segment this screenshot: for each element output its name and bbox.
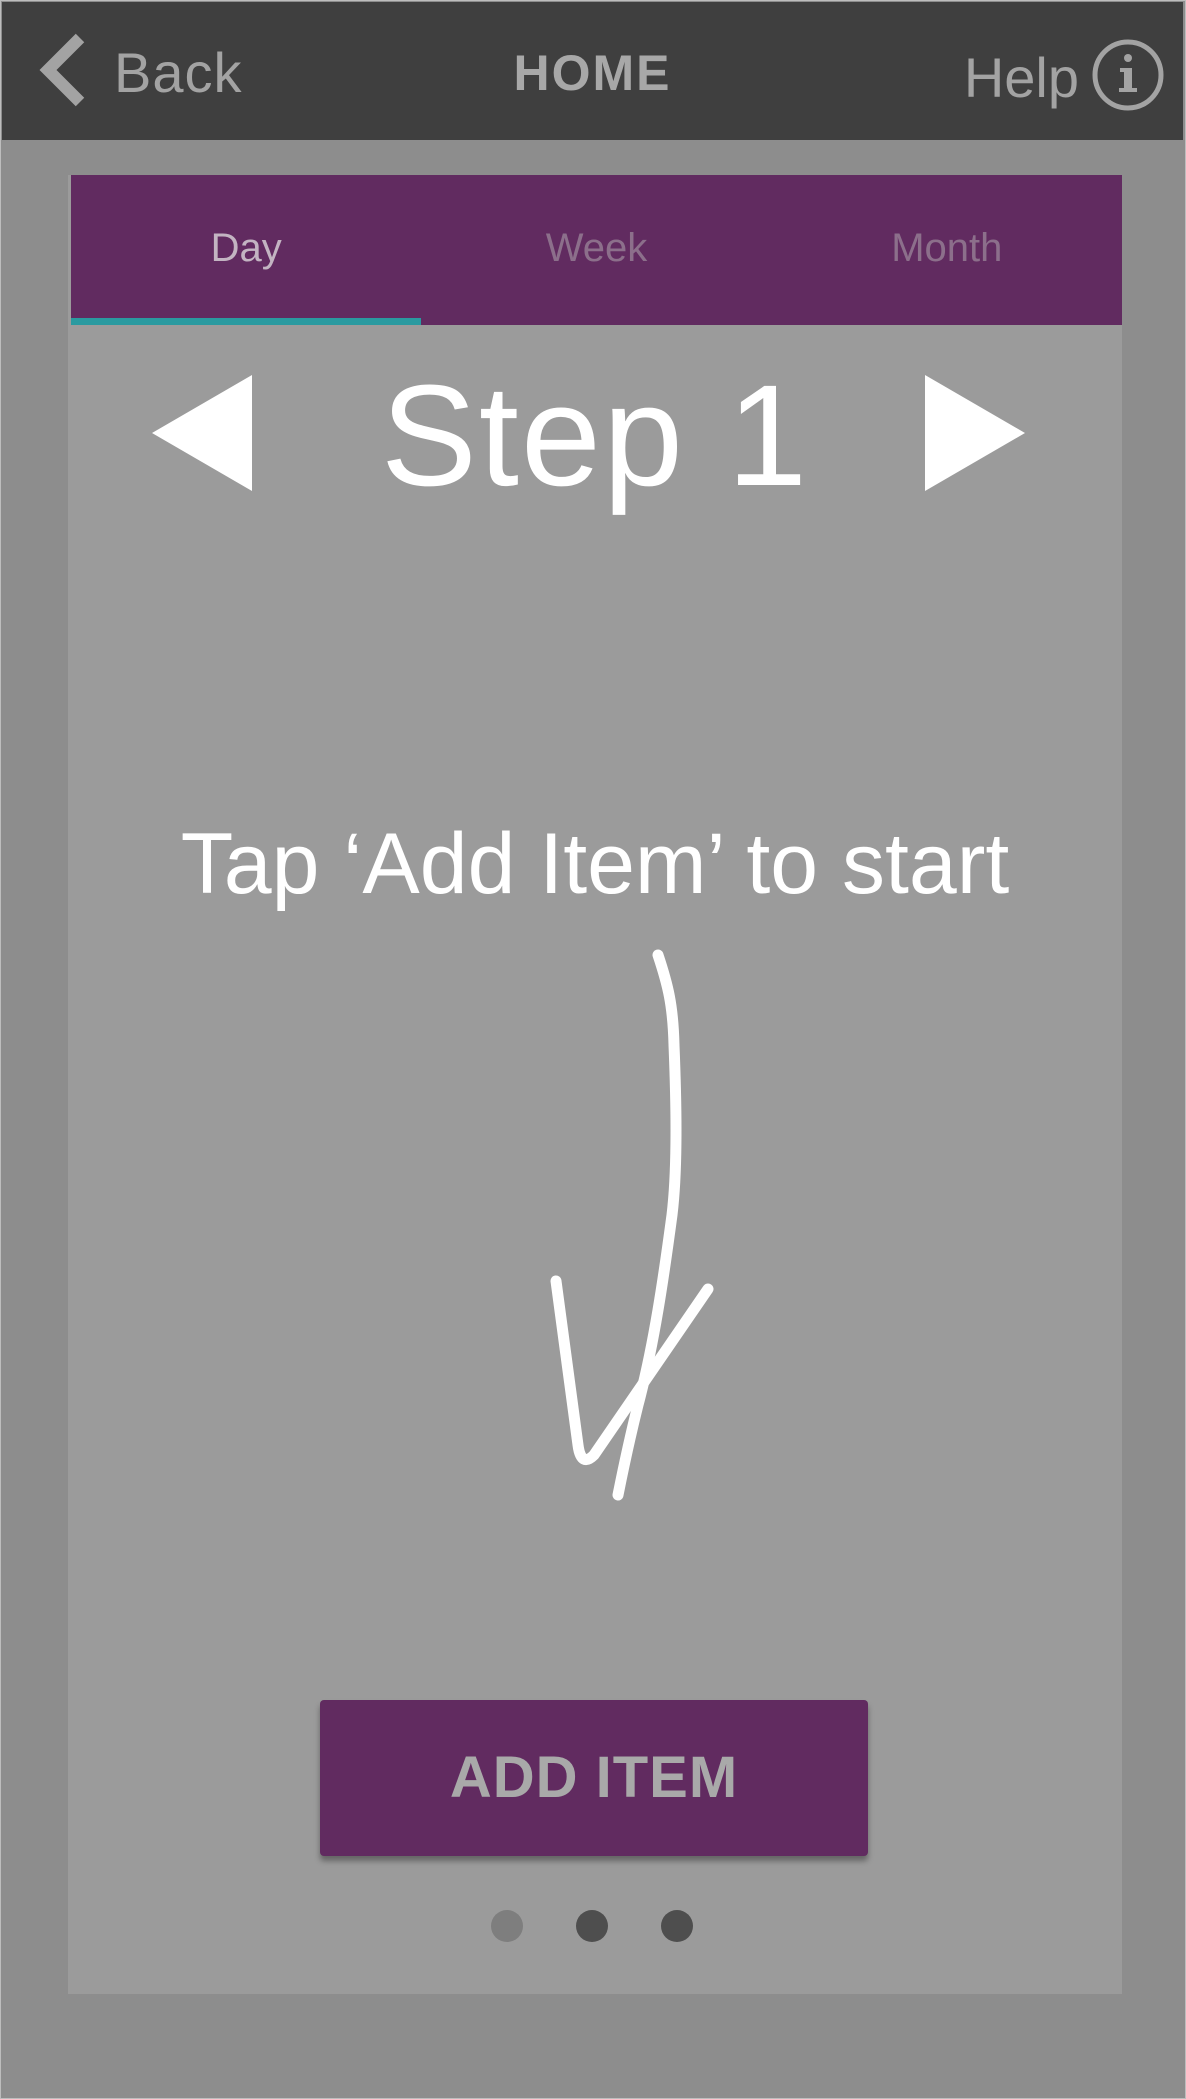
previous-step-button[interactable] [152, 375, 252, 491]
page-indicator [488, 1910, 708, 1950]
tab-week[interactable]: Week [421, 175, 771, 325]
triangle-left-icon [152, 375, 252, 491]
next-step-button[interactable] [925, 375, 1025, 491]
page-dot-1[interactable] [491, 1910, 523, 1942]
content-panel: Day Week Month Step 1 Tap ‘Add Item’ to … [68, 175, 1122, 1994]
top-bar: Back HOME Help [2, 2, 1183, 140]
app-frame: Back HOME Help Day Week Month Step 1 Tap… [0, 0, 1186, 2099]
tab-bar: Day Week Month [71, 175, 1122, 325]
page-dot-2[interactable] [576, 1910, 608, 1942]
hint-text: Tap ‘Add Item’ to start [180, 816, 1010, 912]
help-label: Help [963, 46, 1079, 109]
hand-drawn-arrow-icon [550, 949, 714, 1501]
tab-day[interactable]: Day [71, 175, 422, 325]
triangle-right-icon [925, 375, 1025, 491]
step-navigator: Step 1 [68, 351, 1122, 521]
tab-month[interactable]: Month [772, 175, 1122, 325]
page-dot-3[interactable] [661, 1910, 693, 1942]
info-icon [1091, 38, 1165, 117]
add-item-button[interactable]: ADD ITEM [320, 1700, 868, 1856]
help-button[interactable]: Help [964, 38, 1165, 117]
